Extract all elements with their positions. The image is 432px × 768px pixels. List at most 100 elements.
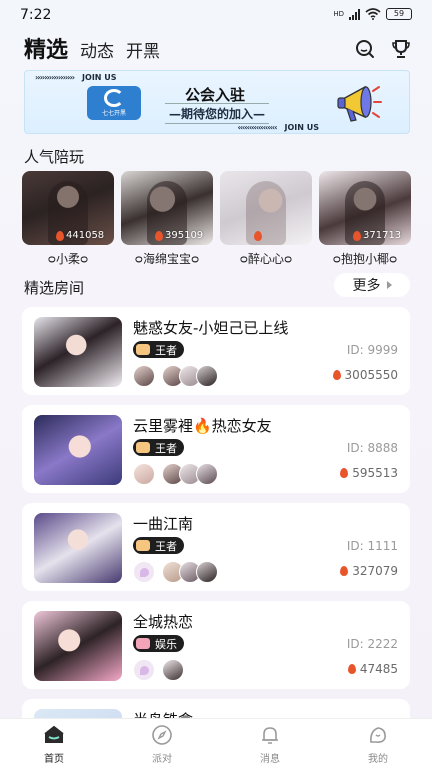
nav-messages-label: 消息 [260, 753, 280, 765]
megaphone-icon [337, 85, 382, 122]
room-card[interactable]: 全城热恋 娱乐 ID: 2222 47485 [22, 601, 410, 689]
player-name: ᴑ海绵宝宝ᴑ [134, 252, 200, 266]
player-name: ᴑ醉心心ᴑ [239, 252, 293, 266]
player-card[interactable]: 371713 ᴑ抱抱小椰ᴑ [319, 171, 411, 267]
banner-strip-text: JOIN US [82, 72, 117, 82]
fire-icon [353, 230, 361, 241]
guild-join-banner[interactable]: ››››››››››››››››› JOIN US 七七开黑 公会入驻 —期待您… [24, 70, 410, 134]
game-tag-icon [136, 638, 150, 649]
battery-icon: 59 [386, 8, 412, 20]
game-tag: 王者 [133, 537, 184, 554]
status-time: 7:22 [20, 7, 52, 23]
player-card[interactable]: 441058 ᴑ小柔ᴑ [22, 171, 114, 267]
room-heat: 327079 [340, 564, 398, 578]
banner-bottom-strip: ‹‹‹‹‹‹‹‹‹‹‹‹‹‹‹‹‹ JOIN US [237, 122, 320, 132]
fire-icon [340, 468, 349, 478]
fire-icon [254, 231, 262, 241]
status-bar: 7:22 HD 59 [0, 0, 432, 32]
fire-icon [155, 230, 163, 241]
rooms-section-title: 精选房间 [24, 279, 85, 297]
nav-messages[interactable]: 消息 [216, 719, 324, 768]
room-cover [34, 415, 122, 485]
tab-team-play[interactable]: 开黑 [126, 37, 160, 64]
room-cover [34, 513, 122, 583]
game-tag-icon [136, 344, 150, 355]
player-popularity: 371713 [353, 230, 401, 241]
network-indicator: HD [333, 9, 344, 18]
host-avatar [133, 463, 155, 485]
bell-icon [262, 726, 278, 744]
room-cover [34, 611, 122, 681]
avatar [196, 463, 218, 485]
signal-icon [349, 8, 360, 20]
header-actions [354, 38, 412, 64]
room-title: 云里雾裡🔥热恋女友 [133, 417, 272, 435]
battery-level: 59 [393, 9, 405, 18]
tab-featured[interactable]: 精选 [24, 32, 68, 64]
banner-title: 公会入驻 [185, 86, 246, 104]
top-tab-bar: 精选 动态 开黑 [24, 34, 412, 64]
wifi-icon [365, 8, 381, 20]
room-heat: 595513 [340, 466, 398, 480]
player-photo [220, 171, 312, 245]
network-label: HD [333, 9, 344, 18]
app-logo: 七七开黑 [87, 86, 141, 120]
trophy-icon[interactable] [390, 38, 412, 60]
more-rooms-button[interactable]: 更多 [334, 273, 410, 297]
game-tag: 王者 [133, 341, 184, 358]
room-cover [34, 317, 122, 387]
player-name: ᴑ抱抱小椰ᴑ [332, 252, 398, 266]
fire-icon [56, 230, 64, 241]
game-tag-icon [136, 442, 150, 453]
room-card[interactable]: 云里雾裡🔥热恋女友 王者 ID: 8888 595513 [22, 405, 410, 493]
room-heat: 3005550 [332, 368, 398, 382]
empty-seat-avatar [133, 659, 155, 681]
nav-party-label: 派对 [152, 753, 172, 765]
room-title: 一曲江南 [133, 515, 194, 533]
room-card[interactable]: 一曲江南 王者 ID: 1111 327079 [22, 503, 410, 591]
avatar [162, 659, 184, 681]
room-members [133, 561, 218, 583]
avatar [196, 365, 218, 387]
nav-home[interactable]: 首页 [0, 719, 108, 768]
room-members [133, 659, 184, 681]
fire-icon [347, 664, 356, 674]
host-avatar [133, 365, 155, 387]
room-id: ID: 8888 [346, 441, 398, 455]
search-icon[interactable] [354, 38, 376, 60]
room-id: ID: 2222 [346, 637, 398, 651]
empty-seat-avatar [133, 561, 155, 583]
popular-section-title: 人气陪玩 [24, 148, 85, 166]
room-id: ID: 1111 [346, 539, 398, 553]
chevron-right-icon [386, 281, 392, 289]
fire-icon [340, 566, 349, 576]
player-popularity: 441058 [56, 230, 104, 241]
popular-players-list: 441058 ᴑ小柔ᴑ 395109 ᴑ海绵宝宝ᴑ ᴑ醉心心ᴑ 371713 ᴑ… [22, 171, 432, 267]
room-members [133, 463, 218, 485]
nav-profile[interactable]: 我的 [324, 719, 432, 768]
player-card[interactable]: ᴑ醉心心ᴑ [220, 171, 312, 267]
compass-icon [152, 724, 172, 745]
player-card[interactable]: 395109 ᴑ海绵宝宝ᴑ [121, 171, 213, 267]
bottom-nav: 首页 派对 消息 我的 [0, 718, 432, 768]
room-card[interactable]: 魅惑女友-小妲己已上线 王者 ID: 9999 3005550 [22, 307, 410, 395]
avatar [196, 561, 218, 583]
room-title: 全城热恋 [133, 613, 194, 631]
fire-icon [332, 370, 341, 380]
room-heat: 47485 [347, 662, 398, 676]
nav-profile-label: 我的 [368, 753, 388, 765]
banner-strip-text-bottom: JOIN US [284, 122, 320, 132]
player-popularity: 395109 [155, 230, 203, 241]
home-icon [44, 725, 64, 743]
logo-text: 七七开黑 [101, 110, 126, 117]
player-popularity [254, 231, 264, 241]
nav-party[interactable]: 派对 [108, 719, 216, 768]
room-title: 魅惑女友-小妲己已上线 [133, 319, 289, 337]
game-tag: 王者 [133, 439, 184, 456]
tab-feed[interactable]: 动态 [80, 37, 114, 64]
game-tag-icon [136, 540, 150, 551]
room-id: ID: 9999 [346, 343, 398, 357]
player-photo: 371713 [319, 171, 411, 245]
status-icons: HD 59 [333, 8, 412, 20]
game-tag: 娱乐 [133, 635, 184, 652]
